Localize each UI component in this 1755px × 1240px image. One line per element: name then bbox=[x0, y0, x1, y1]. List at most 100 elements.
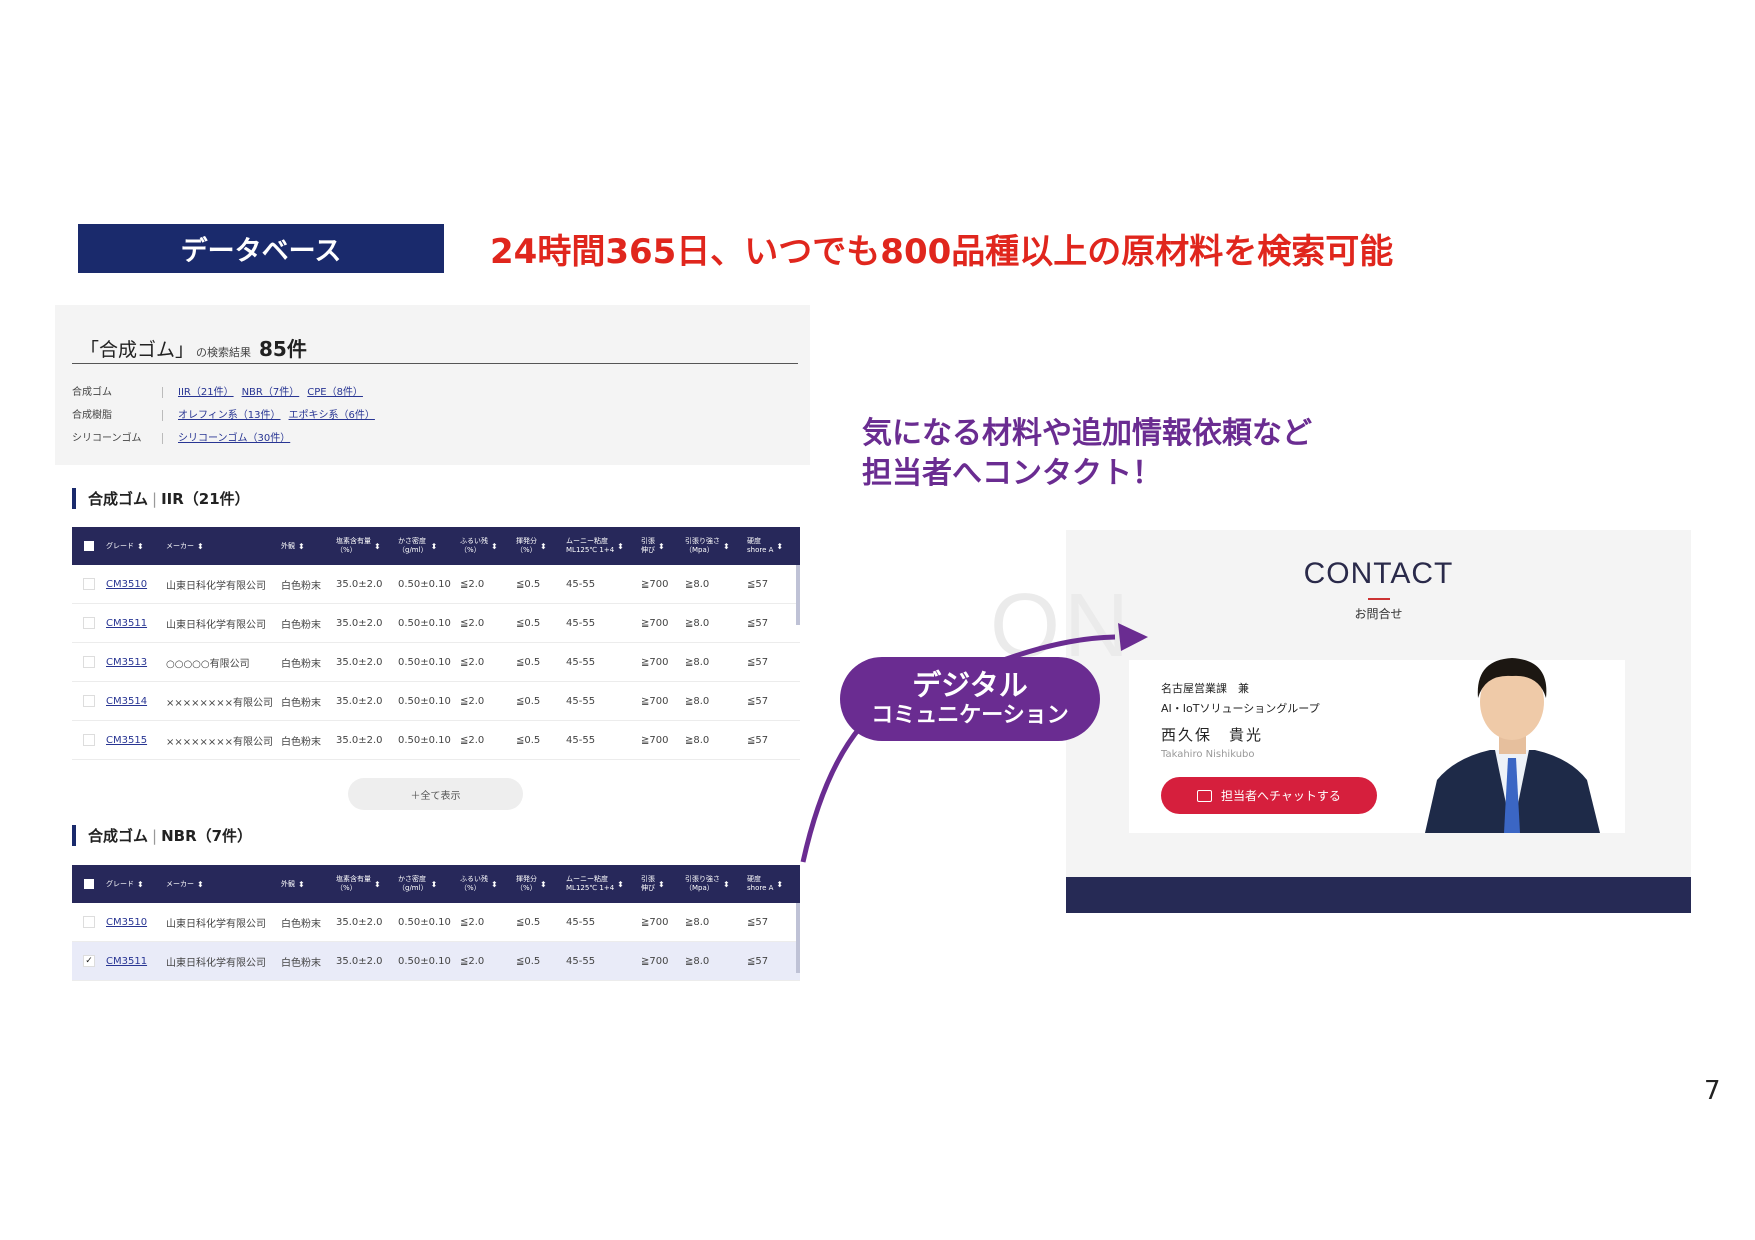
column-header-text: 引張 伸び bbox=[641, 537, 655, 555]
row-checkbox[interactable] bbox=[83, 578, 95, 590]
sort-icon[interactable]: ⬍ bbox=[491, 880, 498, 889]
row-checkbox[interactable] bbox=[83, 695, 95, 707]
sort-icon[interactable]: ⬍ bbox=[374, 542, 381, 551]
show-all-button[interactable]: ＋全て表示 bbox=[348, 778, 523, 810]
table-scrollbar[interactable] bbox=[796, 903, 800, 973]
row-select-cell bbox=[72, 695, 106, 707]
column-header[interactable]: かさ密度 （g/ml） ⬍ bbox=[398, 537, 460, 555]
sort-icon[interactable]: ⬍ bbox=[723, 542, 730, 551]
sort-icon[interactable]: ⬍ bbox=[776, 880, 783, 889]
search-count: 85件 bbox=[259, 337, 307, 361]
column-header[interactable]: 引張り強さ （Mpa） ⬍ bbox=[685, 875, 747, 893]
column-header[interactable]: 硬度 shore A ⬍ bbox=[747, 537, 800, 555]
column-header[interactable]: 外観 ⬍ bbox=[281, 880, 336, 889]
sort-icon[interactable]: ⬍ bbox=[197, 880, 204, 889]
sort-icon[interactable]: ⬍ bbox=[431, 880, 438, 889]
column-header[interactable]: かさ密度 （g/ml） ⬍ bbox=[398, 875, 460, 893]
database-badge: データベース bbox=[78, 224, 444, 273]
column-header-text: かさ密度 （g/ml） bbox=[398, 875, 428, 893]
grade-link[interactable]: CM3514 bbox=[106, 696, 166, 707]
grade-link[interactable]: CM3510 bbox=[106, 579, 166, 590]
section-title-separator: | bbox=[152, 490, 158, 508]
sort-icon[interactable]: ⬍ bbox=[776, 542, 783, 551]
table-cell: 白色粉末 bbox=[281, 918, 321, 930]
column-header[interactable]: ムーニー粘度 ML125℃ 1+4 ⬍ bbox=[566, 537, 641, 555]
sort-icon[interactable]: ⬍ bbox=[374, 880, 381, 889]
contact-subheading: お問合せ bbox=[1354, 607, 1403, 621]
column-header[interactable]: 硬度 shore A ⬍ bbox=[747, 875, 800, 893]
sort-icon[interactable]: ⬍ bbox=[137, 880, 144, 889]
column-header-text: 揮発分 （%） bbox=[516, 537, 537, 555]
sort-icon[interactable]: ⬍ bbox=[540, 542, 547, 551]
column-header[interactable]: 揮発分 （%） ⬍ bbox=[516, 875, 566, 893]
column-header[interactable]: 塩素含有量 （%） ⬍ bbox=[336, 537, 398, 555]
sort-icon[interactable]: ⬍ bbox=[723, 880, 730, 889]
grade-link[interactable]: CM3513 bbox=[106, 657, 166, 668]
row-checkbox[interactable] bbox=[83, 656, 95, 668]
sort-icon[interactable]: ⬍ bbox=[298, 542, 305, 551]
category-link[interactable]: IIR（21件） bbox=[178, 387, 234, 398]
column-header-label: かさ密度 bbox=[398, 537, 426, 545]
category-link[interactable]: エポキシ系（6件） bbox=[289, 410, 375, 421]
row-checkbox[interactable] bbox=[83, 617, 95, 629]
select-all-checkbox[interactable] bbox=[84, 879, 94, 889]
row-checkbox[interactable] bbox=[83, 734, 95, 746]
table-row[interactable]: CM3515 ××××××××有限公司 白色粉末 35.0±2.0 0.50±0.10 ≦… bbox=[72, 721, 800, 760]
column-header-label: 硬度 bbox=[747, 875, 761, 883]
column-header[interactable]: 引張り強さ （Mpa） ⬍ bbox=[685, 537, 747, 555]
category-link[interactable]: オレフィン系（13件） bbox=[178, 410, 281, 421]
table-row[interactable]: CM3511 山東日科化学有限公司 白色粉末 35.0±2.0 0.50±0.10 ≦2.… bbox=[72, 604, 800, 643]
column-header[interactable]: グレード ⬍ bbox=[106, 542, 166, 551]
sort-icon[interactable]: ⬍ bbox=[658, 542, 665, 551]
table-scrollbar[interactable] bbox=[796, 565, 800, 625]
table-row[interactable]: CM3513 ○○○○○有限公司 白色粉末 35.0±2.0 0.50±0.10 ≦2.0… bbox=[72, 643, 800, 682]
table-cell: ≧700 bbox=[641, 617, 669, 629]
column-header[interactable]: ふるい残 （%） ⬍ bbox=[460, 537, 516, 555]
column-header-text: 硬度 shore A bbox=[747, 875, 773, 893]
column-header-text: ムーニー粘度 ML125℃ 1+4 bbox=[566, 537, 614, 555]
column-header-unit: （%） bbox=[516, 546, 537, 554]
category-label: シリコーンゴム bbox=[72, 433, 142, 444]
column-header[interactable]: グレード ⬍ bbox=[106, 880, 166, 889]
table-cell: ≦57 bbox=[747, 916, 769, 928]
column-header[interactable]: 揮発分 （%） ⬍ bbox=[516, 537, 566, 555]
sort-icon[interactable]: ⬍ bbox=[197, 542, 204, 551]
column-header[interactable]: ふるい残 （%） ⬍ bbox=[460, 875, 516, 893]
grade-link[interactable]: CM3511 bbox=[106, 956, 166, 967]
sort-icon[interactable]: ⬍ bbox=[298, 880, 305, 889]
table-row[interactable]: CM3514 ××××××××有限公司 白色粉末 35.0±2.0 0.50±0.10 ≦… bbox=[72, 682, 800, 721]
select-all-checkbox[interactable] bbox=[84, 541, 94, 551]
sort-icon[interactable]: ⬍ bbox=[491, 542, 498, 551]
row-checkbox[interactable]: ✓ bbox=[83, 955, 95, 967]
row-checkbox[interactable] bbox=[83, 916, 95, 928]
sort-icon[interactable]: ⬍ bbox=[658, 880, 665, 889]
grade-link[interactable]: CM3511 bbox=[106, 618, 166, 629]
category-link[interactable]: NBR（7件） bbox=[242, 387, 300, 398]
grade-link[interactable]: CM3515 bbox=[106, 735, 166, 746]
table-row[interactable]: ✓ CM3511 山東日科化学有限公司 白色粉末 35.0±2.0 0.50±0.10 ≦2… bbox=[72, 942, 800, 981]
column-header[interactable]: 引張 伸び ⬍ bbox=[641, 537, 685, 555]
table-header: グレード ⬍ メーカー ⬍ 外観 ⬍ 塩素含有量 （%） ⬍ かさ密度 （g/ml） ⬍ ふるい残 （%）… bbox=[72, 865, 800, 903]
column-header[interactable]: 引張 伸び ⬍ bbox=[641, 875, 685, 893]
section-title-sub: NBR（7件） bbox=[161, 827, 253, 845]
category-link[interactable]: CPE（8件） bbox=[307, 387, 363, 398]
sort-icon[interactable]: ⬍ bbox=[540, 880, 547, 889]
chat-button[interactable]: 担当者へチャットする bbox=[1161, 777, 1377, 814]
category-link[interactable]: シリコーンゴム（30件） bbox=[178, 433, 290, 444]
select-all-cell bbox=[72, 879, 106, 889]
sort-icon[interactable]: ⬍ bbox=[617, 542, 624, 551]
column-header[interactable]: メーカー ⬍ bbox=[166, 542, 281, 551]
column-header[interactable]: メーカー ⬍ bbox=[166, 880, 281, 889]
sort-icon[interactable]: ⬍ bbox=[617, 880, 624, 889]
table-cell: 45-55 bbox=[566, 656, 596, 668]
grade-link[interactable]: CM3510 bbox=[106, 917, 166, 928]
column-header-text: ムーニー粘度 ML125℃ 1+4 bbox=[566, 875, 614, 893]
column-header-unit: shore A bbox=[747, 884, 774, 892]
column-header[interactable]: 外観 ⬍ bbox=[281, 542, 336, 551]
sort-icon[interactable]: ⬍ bbox=[137, 542, 144, 551]
column-header[interactable]: 塩素含有量 （%） ⬍ bbox=[336, 875, 398, 893]
column-header[interactable]: ムーニー粘度 ML125℃ 1+4 ⬍ bbox=[566, 875, 641, 893]
table-row[interactable]: CM3510 山東日科化学有限公司 白色粉末 35.0±2.0 0.50±0.10 ≦2.… bbox=[72, 565, 800, 604]
sort-icon[interactable]: ⬍ bbox=[431, 542, 438, 551]
table-row[interactable]: CM3510 山東日科化学有限公司 白色粉末 35.0±2.0 0.50±0.10 ≦2.… bbox=[72, 903, 800, 942]
